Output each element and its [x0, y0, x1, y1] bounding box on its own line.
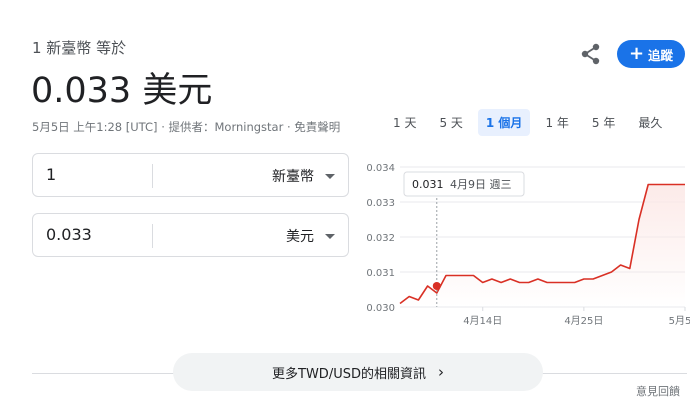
- y-tick-label: 0.033: [366, 198, 395, 209]
- divider: [152, 164, 153, 188]
- hover-point: [432, 282, 441, 290]
- share-button[interactable]: [578, 41, 604, 67]
- range-tabs: 1 天 5 天 1 個月 1 年 5 年 最久: [385, 109, 677, 136]
- more-info-button[interactable]: 更多TWD/USD的相關資訊 ›: [173, 353, 543, 391]
- follow-label: 追蹤: [648, 47, 674, 63]
- tab-max[interactable]: 最久: [630, 109, 670, 136]
- y-tick-label: 0.032: [366, 233, 395, 244]
- x-tick-label: 4月14日: [463, 315, 502, 327]
- series-area: [400, 184, 685, 307]
- tooltip-value: 0.031: [412, 178, 444, 191]
- from-currency-select[interactable]: 新臺幣: [272, 166, 314, 186]
- conversion-subtitle: 1 新臺幣 等於: [32, 39, 127, 57]
- tab-1-year[interactable]: 1 年: [537, 109, 576, 136]
- x-tick-label: 5月5日: [669, 315, 690, 327]
- share-icon: [581, 43, 600, 65]
- from-currency-box: 1 新臺幣: [32, 153, 349, 197]
- chevron-right-icon: ›: [437, 363, 444, 381]
- tab-1-month[interactable]: 1 個月: [477, 109, 531, 136]
- to-currency-select[interactable]: 美元: [286, 226, 314, 246]
- tab-1-day[interactable]: 1 天: [385, 109, 424, 136]
- caret-down-icon[interactable]: [325, 174, 335, 179]
- more-info-label: 更多TWD/USD的相關資訊: [272, 366, 426, 382]
- y-tick-label: 0.031: [366, 268, 395, 279]
- caret-down-icon[interactable]: [325, 234, 335, 239]
- conversion-result: 0.033 美元: [31, 71, 213, 111]
- y-tick-label: 0.030: [366, 303, 395, 314]
- from-amount-input[interactable]: 1: [46, 165, 56, 184]
- follow-button[interactable]: + 追蹤: [617, 40, 685, 68]
- to-currency-box: 0.033 美元: [32, 213, 349, 257]
- feedback-link[interactable]: 意見回饋: [636, 383, 680, 399]
- source-meta: 5月5日 上午1:28 [UTC] · 提供者：Morningstar · 免責…: [32, 120, 341, 134]
- to-amount-input[interactable]: 0.033: [46, 225, 92, 244]
- divider: [152, 224, 153, 248]
- plus-icon: +: [628, 43, 645, 64]
- tooltip-date: 4月9日 週三: [450, 178, 512, 191]
- y-tick-label: 0.034: [366, 163, 395, 174]
- x-tick-label: 4月25日: [564, 315, 603, 327]
- tab-5-days[interactable]: 5 天: [431, 109, 470, 136]
- tab-5-years[interactable]: 5 年: [584, 109, 623, 136]
- exchange-rate-chart[interactable]: 0.034 0.033 0.032 0.031 0.030 4月14日 4月25日 5月5日 0…: [355, 150, 690, 335]
